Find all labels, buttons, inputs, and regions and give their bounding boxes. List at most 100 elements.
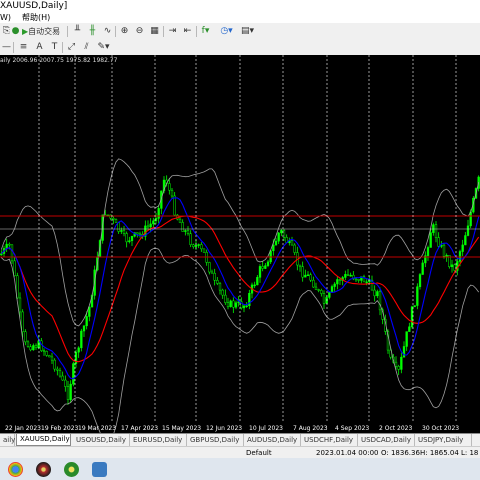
candle-body (170, 189, 174, 197)
chrome-icon[interactable] (8, 462, 23, 477)
candle-body (8, 243, 11, 246)
tile-windows-icon[interactable]: ▦ (148, 25, 161, 38)
zoom-in-icon[interactable]: ⊕ (118, 25, 131, 38)
date-label: 4 Sep 2023 (335, 425, 369, 432)
candle-body (109, 214, 112, 219)
candle-body (408, 326, 411, 332)
tab-audusd[interactable]: AUDUSD,Daily (244, 434, 301, 446)
date-label: 12 Jun 2023 (206, 425, 242, 432)
candle-body (333, 283, 336, 287)
date-label: 22 Jan 2023 (5, 425, 41, 432)
candle-body (394, 361, 398, 367)
menu-help[interactable]: 帮助(H) (22, 12, 50, 23)
candle-body (194, 244, 198, 247)
line-chart-icon[interactable]: ∿ (101, 25, 114, 38)
candle-body (344, 274, 347, 278)
candle-body (184, 230, 187, 232)
fibonacci-icon[interactable]: ≡ (17, 41, 30, 54)
tab-usdjpy[interactable]: USDJPY,Daily (415, 434, 472, 446)
candle-body (66, 386, 70, 400)
horizontal-line-icon[interactable]: — (0, 41, 13, 54)
candle-body (77, 347, 80, 353)
candle-body (173, 195, 176, 216)
candle-body (466, 225, 470, 236)
candle-body (61, 375, 64, 381)
terminal-icon[interactable] (92, 462, 107, 477)
candlestick-icon[interactable]: ╫ (86, 25, 99, 38)
chart-area[interactable]: 22 Jan 2023 19 Feb 2023 19 Mar 2023 17 Apr … (0, 55, 480, 433)
candle-body (202, 248, 206, 253)
auto-trading-button[interactable]: ▶自动交易 (22, 25, 66, 38)
tab-usdchf[interactable]: USDCHF,Daily (301, 434, 358, 446)
candle-body (10, 244, 14, 262)
candle-body (157, 208, 160, 219)
periods-icon[interactable]: ◷▾ (220, 25, 233, 38)
tab-xauusd[interactable]: XAUUSD,Daily (16, 434, 71, 446)
text-icon[interactable]: A (33, 41, 46, 54)
date-label: 30 Oct 2023 (422, 425, 459, 432)
candle-body (13, 260, 16, 276)
candle-body (136, 232, 139, 235)
candle-body (282, 230, 286, 238)
candle-body (256, 277, 259, 286)
market-watch-icon[interactable]: ● (9, 25, 22, 38)
chart-tabs: aily XAUUSD,Daily USOUSD,Daily EURUSD,Da… (0, 433, 480, 447)
candle-body (189, 233, 192, 245)
tab-usousd[interactable]: USOUSD,Daily (73, 434, 130, 446)
candle-body (336, 279, 339, 285)
candle-body (304, 274, 307, 278)
candle-body (266, 261, 270, 266)
ball-icon[interactable] (36, 462, 51, 477)
taskbar (0, 458, 480, 480)
candle-body (277, 232, 280, 242)
candle-body (365, 281, 368, 284)
window-title: XAUUSD,Daily] (0, 1, 68, 11)
candle-body (261, 266, 264, 269)
bar-chart-icon[interactable]: ╨ (71, 25, 84, 38)
tab-usdcad[interactable]: USDCAD,Daily (358, 434, 415, 446)
candle-body (418, 274, 422, 287)
candle-body (125, 233, 128, 243)
candle-body (114, 219, 118, 223)
tab-eurusd[interactable]: EURUSD,Daily (130, 434, 187, 446)
date-label: 7 Aug 2023 (293, 425, 328, 432)
candle-body (416, 286, 419, 306)
candle-body (21, 311, 24, 332)
window-titlebar: XAUUSD,Daily] (0, 0, 480, 12)
indicators-icon[interactable]: f▾ (199, 25, 212, 38)
chart-shift-icon[interactable]: ⇥ (166, 25, 179, 38)
zoom-out-icon[interactable]: ⊖ (133, 25, 146, 38)
candle-body (224, 294, 227, 303)
tab-gbpusd[interactable]: GBPUSD,Daily (187, 434, 244, 446)
date-label: 19 Mar 2023 (78, 425, 116, 432)
candle-body (200, 244, 203, 250)
tab-prev[interactable]: aily (0, 434, 15, 446)
arrow-icon[interactable]: ⤢ (65, 41, 78, 54)
candle-body (322, 293, 326, 304)
candle-body (421, 262, 424, 275)
candle-body (314, 286, 318, 290)
candle-body (58, 370, 62, 377)
candle-body (357, 279, 360, 281)
candle-body (146, 225, 150, 228)
candle-body (210, 271, 214, 274)
candle-body (186, 230, 190, 235)
shapes-icon[interactable]: ✎▾ (97, 41, 110, 54)
autoscroll-icon[interactable]: ⇤ (181, 25, 194, 38)
channel-icon[interactable]: ⫽ (80, 41, 93, 54)
templates-icon[interactable]: ▤▾ (241, 25, 254, 38)
date-label: 15 May 2023 (162, 425, 201, 432)
candle-body (458, 251, 462, 262)
date-label: 19 Feb 2023 (41, 425, 79, 432)
candle-body (432, 224, 435, 233)
candle-body (154, 218, 158, 222)
candle-body (290, 240, 294, 246)
label-icon[interactable]: T (48, 41, 61, 54)
price-chart[interactable]: 22 Jan 2023 19 Feb 2023 19 Mar 2023 17 Apr … (0, 55, 480, 433)
candle-body (400, 356, 403, 370)
main-toolbar: ⎘ ● ▶自动交易 ╨ ╫ ∿ ⊕ ⊖ ▦ ⇥ ⇤ f▾ ◷▾ ▤▾ (0, 23, 480, 41)
app-icon[interactable] (64, 462, 79, 477)
menu-window[interactable]: W) (0, 12, 11, 23)
candle-body (18, 297, 22, 313)
candle-body (274, 240, 278, 246)
